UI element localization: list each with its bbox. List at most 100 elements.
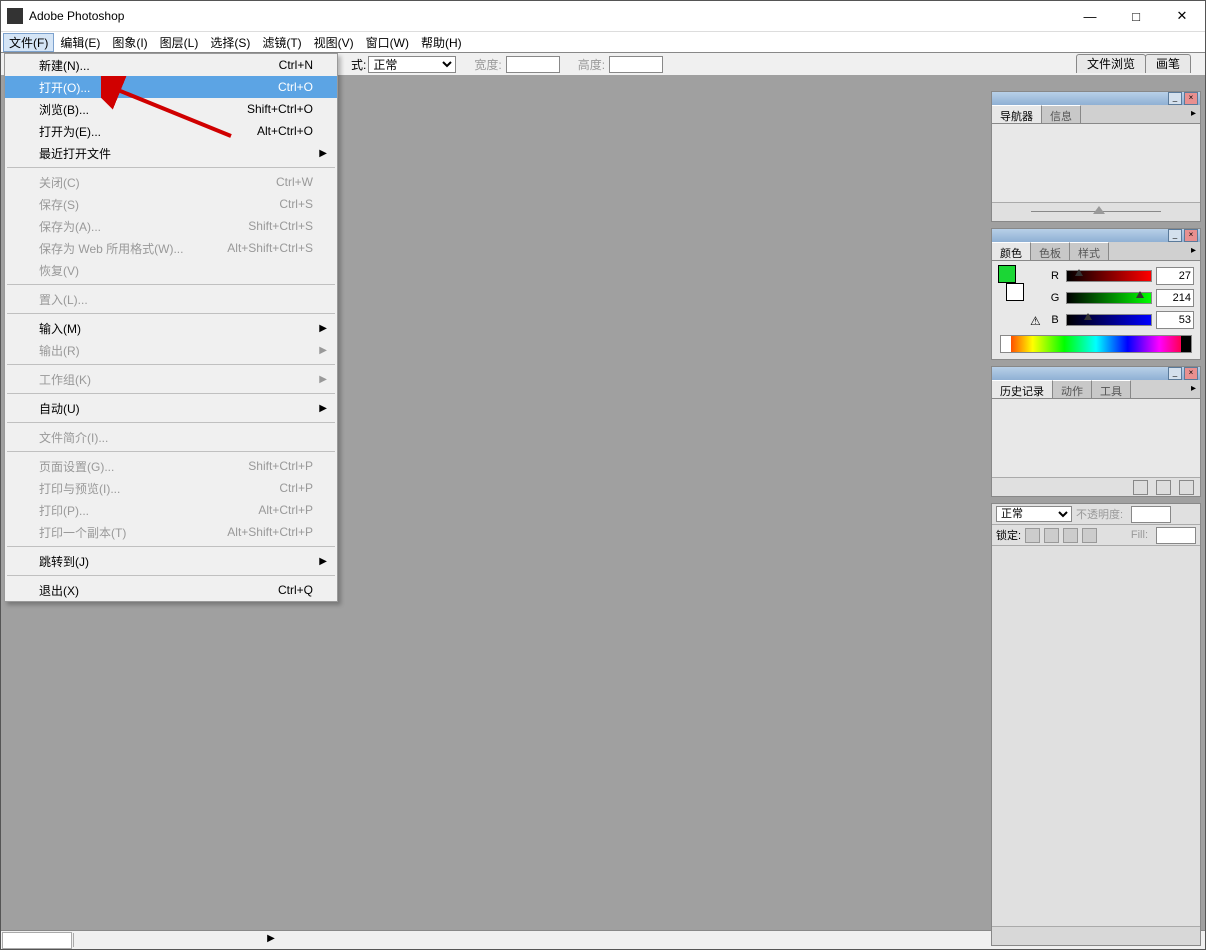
panel-minimize-icon[interactable]: _ [1168, 92, 1182, 105]
panel-titlebar[interactable]: _ × [992, 367, 1200, 380]
panel-close-icon[interactable]: × [1184, 367, 1198, 380]
lock-position-icon[interactable] [1063, 528, 1078, 543]
menu-item[interactable]: 退出(X)Ctrl+Q [5, 579, 337, 601]
menu-file[interactable]: 文件(F) [3, 33, 54, 52]
navigator-panel: _ × 导航器 信息 ▸ [991, 91, 1201, 222]
tab-navigator[interactable]: 导航器 [992, 105, 1042, 123]
lock-paint-icon[interactable] [1044, 528, 1059, 543]
foreground-background-swatch[interactable] [998, 265, 1024, 301]
menu-item: 恢复(V) [5, 259, 337, 281]
tab-actions[interactable]: 动作 [1053, 380, 1092, 398]
panel-close-icon[interactable]: × [1184, 92, 1198, 105]
navigator-view [992, 124, 1200, 202]
tab-tools[interactable]: 工具 [1092, 380, 1131, 398]
menu-view[interactable]: 视图(V) [308, 33, 360, 52]
channel-slider-g[interactable] [1066, 292, 1152, 304]
menubar: 文件(F) 编辑(E) 图象(I) 图层(L) 选择(S) 滤镜(T) 视图(V… [1, 32, 1205, 53]
foreground-color[interactable] [998, 265, 1016, 283]
opacity-label: 不透明度: [1076, 506, 1123, 522]
app-window: Adobe Photoshop — □ ✕ 文件(F) 编辑(E) 图象(I) … [0, 0, 1206, 950]
mode-label: 式: [351, 56, 366, 73]
menu-item: 保存为(A)...Shift+Ctrl+S [5, 215, 337, 237]
lock-all-icon[interactable] [1082, 528, 1097, 543]
tab-styles[interactable]: 样式 [1070, 242, 1109, 260]
layer-list [992, 546, 1200, 926]
menu-layer[interactable]: 图层(L) [154, 33, 205, 52]
menu-edit[interactable]: 编辑(E) [54, 33, 106, 52]
opacity-input[interactable] [1131, 506, 1171, 523]
menu-item[interactable]: 输入(M)▶ [5, 317, 337, 339]
channel-label: G [1048, 292, 1062, 304]
menu-item: 打印(P)...Alt+Ctrl+P [5, 499, 337, 521]
menu-window[interactable]: 窗口(W) [360, 33, 415, 52]
panel-menu-icon[interactable]: ▸ [1191, 383, 1196, 394]
tab-brushes[interactable]: 画笔 [1145, 54, 1191, 73]
menu-help[interactable]: 帮助(H) [415, 33, 468, 52]
channel-slider-b[interactable] [1066, 314, 1152, 326]
trash-icon[interactable] [1179, 480, 1194, 495]
menu-item[interactable]: 新建(N)...Ctrl+N [5, 54, 337, 76]
width-input[interactable] [506, 56, 560, 73]
tab-info[interactable]: 信息 [1042, 105, 1081, 123]
menu-item: 页面设置(G)...Shift+Ctrl+P [5, 455, 337, 477]
width-label: 宽度: [474, 56, 501, 73]
menu-select[interactable]: 选择(S) [204, 33, 256, 52]
tab-history[interactable]: 历史记录 [992, 380, 1053, 398]
new-snapshot-icon[interactable] [1133, 480, 1148, 495]
close-button[interactable]: ✕ [1159, 1, 1205, 31]
lock-label: 锁定: [996, 527, 1021, 543]
navigator-zoom-slider[interactable] [992, 202, 1200, 221]
menu-item[interactable]: 打开(O)...Ctrl+O [5, 76, 337, 98]
channel-input-r[interactable] [1156, 267, 1194, 285]
history-panel: _ × 历史记录 动作 工具 ▸ [991, 366, 1201, 497]
menu-item: 工作组(K)▶ [5, 368, 337, 390]
history-list [992, 399, 1200, 477]
panel-titlebar[interactable]: _ × [992, 92, 1200, 105]
menu-image[interactable]: 图象(I) [106, 33, 153, 52]
panel-titlebar[interactable]: _ × [992, 229, 1200, 242]
height-input[interactable] [609, 56, 663, 73]
layers-footer [992, 926, 1200, 945]
app-icon [7, 8, 23, 24]
status-menu-arrow[interactable]: ▶ [264, 931, 278, 949]
tab-swatches[interactable]: 色板 [1031, 242, 1070, 260]
panel-minimize-icon[interactable]: _ [1168, 229, 1182, 242]
new-document-icon[interactable] [1156, 480, 1171, 495]
tab-file-browser[interactable]: 文件浏览 [1076, 54, 1146, 73]
menu-item[interactable]: 浏览(B)...Shift+Ctrl+O [5, 98, 337, 120]
channel-input-b[interactable] [1156, 311, 1194, 329]
fill-input[interactable] [1156, 527, 1196, 544]
menu-item[interactable]: 跳转到(J)▶ [5, 550, 337, 572]
color-panel: _ × 颜色 色板 样式 ▸ RG ⚠ B [991, 228, 1201, 360]
channel-label: R [1048, 270, 1062, 282]
panels-dock: _ × 导航器 信息 ▸ _ × 颜色 色板 样式 ▸ [991, 91, 1201, 950]
menu-item: 保存(S)Ctrl+S [5, 193, 337, 215]
fill-label: Fill: [1131, 529, 1148, 541]
menu-filter[interactable]: 滤镜(T) [256, 33, 307, 52]
menu-item: 输出(R)▶ [5, 339, 337, 361]
panel-menu-icon[interactable]: ▸ [1191, 245, 1196, 256]
channel-label: B [1048, 314, 1062, 326]
menu-item: 打印与预览(I)...Ctrl+P [5, 477, 337, 499]
zoom-field[interactable] [2, 932, 72, 949]
blend-mode-select[interactable]: 正常 [368, 56, 456, 73]
menu-item[interactable]: 自动(U)▶ [5, 397, 337, 419]
channel-input-g[interactable] [1156, 289, 1194, 307]
panel-close-icon[interactable]: × [1184, 229, 1198, 242]
menu-item[interactable]: 打开为(E)...Alt+Ctrl+O [5, 120, 337, 142]
tab-color[interactable]: 颜色 [992, 242, 1031, 260]
minimize-button[interactable]: — [1067, 1, 1113, 31]
menu-item[interactable]: 最近打开文件▶ [5, 142, 337, 164]
panel-minimize-icon[interactable]: _ [1168, 367, 1182, 380]
channel-slider-r[interactable] [1066, 270, 1152, 282]
menu-item: 置入(L)... [5, 288, 337, 310]
menu-item: 关闭(C)Ctrl+W [5, 171, 337, 193]
maximize-button[interactable]: □ [1113, 1, 1159, 31]
panel-menu-icon[interactable]: ▸ [1191, 108, 1196, 119]
layer-blend-mode[interactable]: 正常 [996, 506, 1072, 522]
file-menu-dropdown: 新建(N)...Ctrl+N打开(O)...Ctrl+O浏览(B)...Shif… [4, 53, 338, 602]
color-spectrum[interactable] [1000, 335, 1192, 353]
lock-transparency-icon[interactable] [1025, 528, 1040, 543]
gamut-warning-icon[interactable]: ⚠ [1030, 314, 1044, 326]
background-color[interactable] [1006, 283, 1024, 301]
